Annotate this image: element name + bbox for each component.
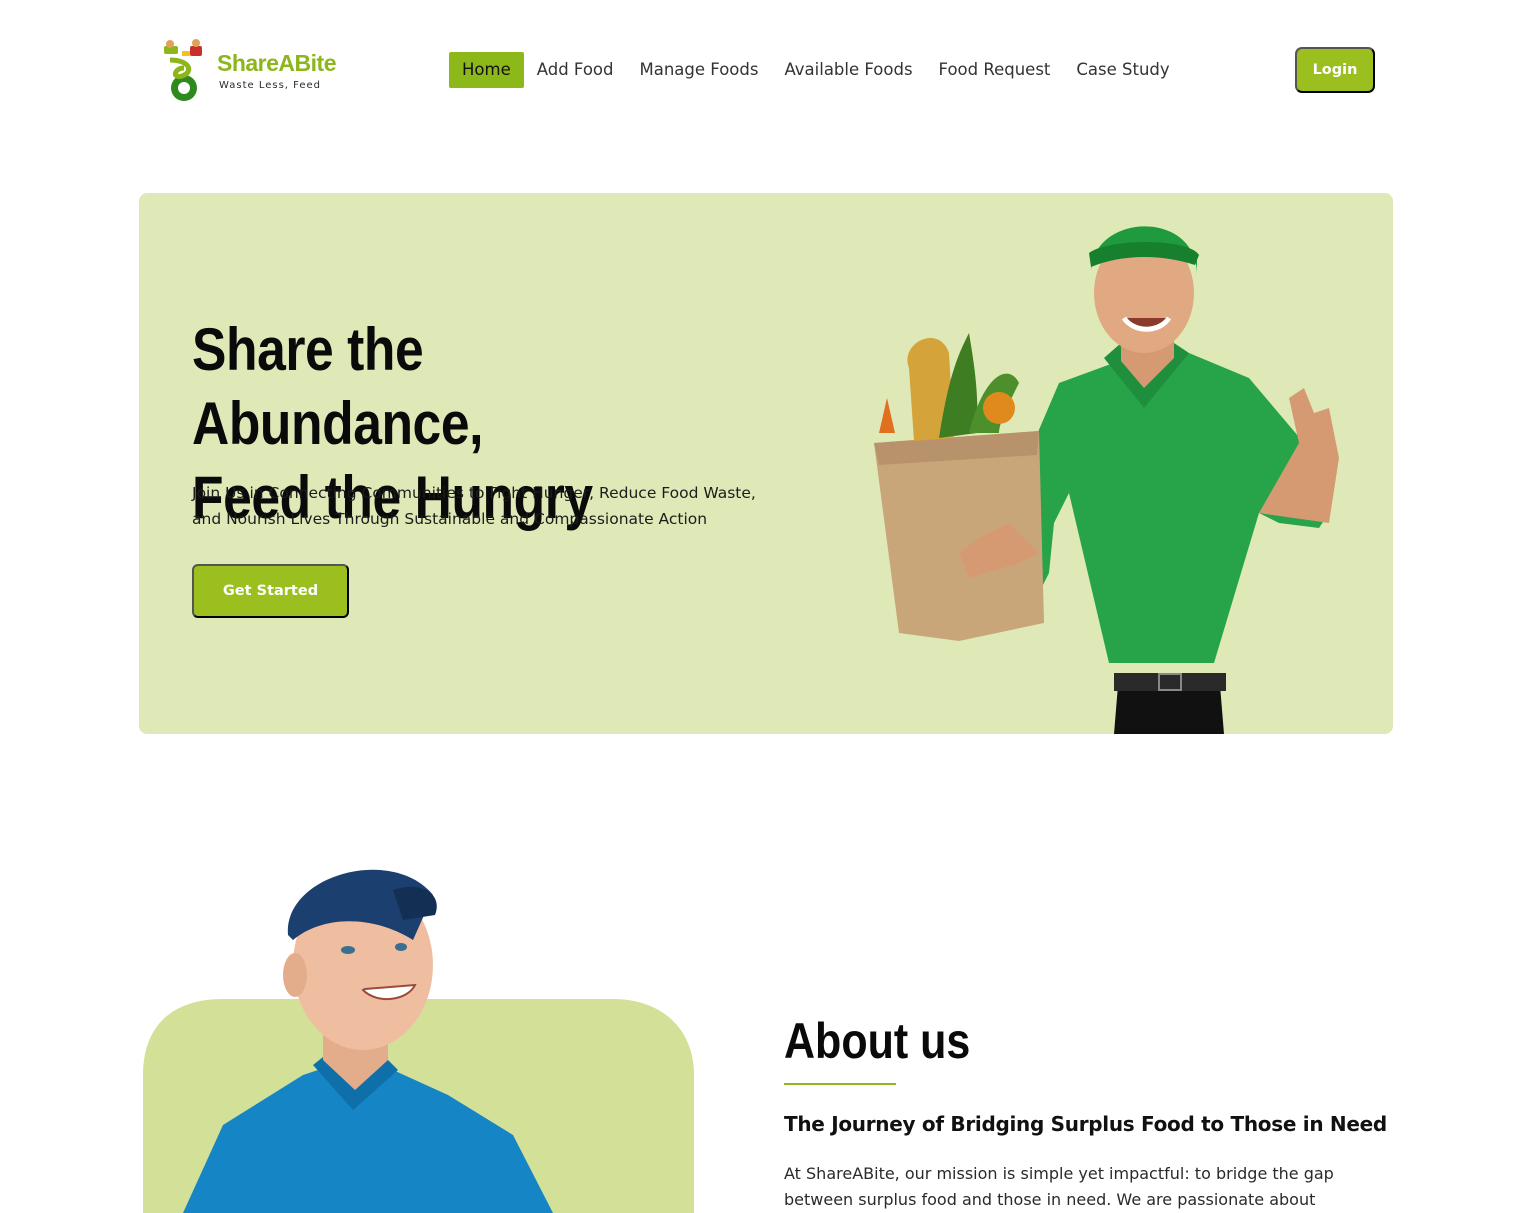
nav-item-food-request[interactable]: Food Request [926, 52, 1064, 88]
logo-title: ShareABite [217, 50, 336, 76]
main-nav: Home Add Food Manage Foods Available Foo… [449, 52, 1183, 88]
nav-item-add-food[interactable]: Add Food [524, 52, 627, 88]
nav-item-available-foods[interactable]: Available Foods [771, 52, 925, 88]
about-subtitle: The Journey of Bridging Surplus Food to … [784, 1112, 1387, 1136]
logo-icon [164, 39, 202, 101]
about-body: At ShareABite, our mission is simple yet… [784, 1161, 1364, 1213]
about-title-underline [784, 1083, 896, 1085]
hero-title-line-1: Share the Abundance, [192, 316, 483, 457]
hero-subtitle-line-1: Join Us in Connecting Communities to Fig… [192, 484, 756, 502]
hero-subtitle-line-2: and Nourish Lives Through Sustainable an… [192, 510, 708, 528]
about-body-line-1: At ShareABite, our mission is simple yet… [784, 1164, 1334, 1183]
nav-item-case-study[interactable]: Case Study [1063, 52, 1182, 88]
hero-delivery-person-image [874, 226, 1339, 734]
about-image [143, 855, 695, 1213]
hero-banner: Share the Abundance, Feed the Hungry Joi… [139, 193, 1393, 734]
about-body-line-2: between surplus food and those in need. … [784, 1190, 1316, 1209]
about-title: About us [784, 1013, 971, 1069]
logo-tagline: Waste Less, Feed [219, 80, 322, 91]
brand-logo[interactable]: ShareABite Waste Less, Feed [160, 38, 340, 104]
get-started-button[interactable]: Get Started [192, 564, 349, 618]
login-button[interactable]: Login [1295, 47, 1375, 93]
nav-item-manage-foods[interactable]: Manage Foods [627, 52, 772, 88]
nav-item-home[interactable]: Home [449, 52, 524, 88]
navbar: ShareABite Waste Less, Feed Home Add Foo… [0, 0, 1532, 140]
hero-subtitle: Join Us in Connecting Communities to Fig… [192, 480, 812, 532]
about-person-illustration [143, 869, 694, 1213]
